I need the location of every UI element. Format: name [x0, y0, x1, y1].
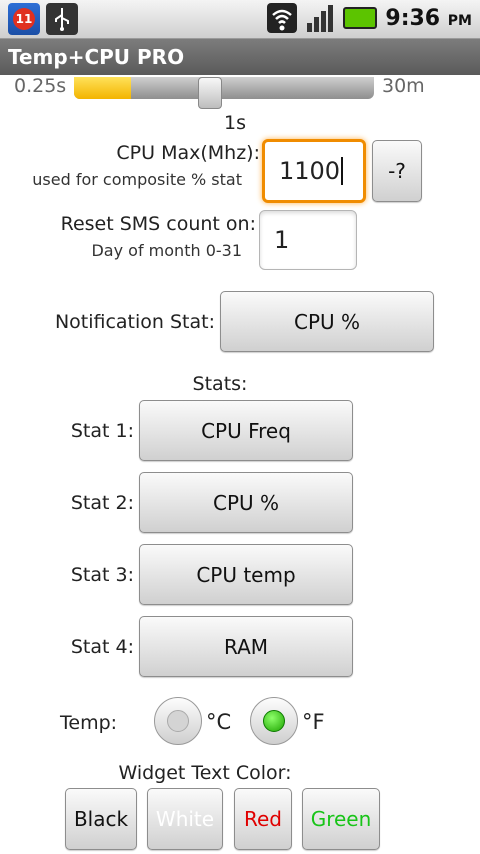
- slider-value-label: 1s: [224, 112, 246, 134]
- cpu-max-help-button[interactable]: -?: [372, 140, 422, 202]
- status-bar-left: 11: [8, 3, 78, 35]
- radio-dot: [167, 710, 189, 732]
- notification-badge-icon[interactable]: 11: [8, 3, 40, 35]
- cpu-max-sublabel: used for composite % stat: [32, 170, 242, 189]
- notification-stat-label: Notification Stat:: [54, 311, 215, 333]
- reset-sms-input[interactable]: 1: [259, 210, 357, 270]
- cpu-max-label: CPU Max(Mhz):: [116, 142, 260, 164]
- update-interval-slider-row: 0.25s 30m: [0, 75, 480, 109]
- slider-thumb[interactable]: [198, 77, 222, 109]
- fahrenheit-radio[interactable]: [250, 697, 298, 745]
- color-red-button[interactable]: Red: [234, 788, 292, 850]
- text-caret: [341, 157, 344, 185]
- fahrenheit-label: °F: [302, 710, 325, 734]
- color-black-button[interactable]: Black: [65, 788, 137, 850]
- slider-min-label: 0.25s: [14, 75, 67, 97]
- wifi-icon: [267, 3, 298, 33]
- clock-ampm: PM: [447, 12, 472, 29]
- stat-1-label: Stat 1:: [70, 420, 134, 442]
- stat-4-button[interactable]: RAM: [139, 616, 353, 677]
- temp-label: Temp:: [60, 712, 118, 734]
- cpu-max-input[interactable]: 1100: [262, 139, 366, 203]
- app-title-bar: Temp+CPU PRO: [0, 39, 480, 75]
- color-green-button[interactable]: Green: [302, 788, 380, 850]
- stat-3-label: Stat 3:: [70, 564, 134, 586]
- battery-icon: [343, 7, 378, 29]
- reset-sms-value: 1: [274, 226, 290, 254]
- radio-dot: [263, 710, 285, 732]
- update-interval-slider[interactable]: [74, 77, 374, 109]
- usb-icon: [46, 3, 78, 35]
- reset-sms-label: Reset SMS count on:: [60, 213, 256, 235]
- stat-2-button[interactable]: CPU %: [139, 472, 353, 533]
- reset-sms-sublabel: Day of month 0-31: [91, 241, 242, 260]
- stat-2-label: Stat 2:: [70, 492, 134, 514]
- celsius-radio[interactable]: [154, 697, 202, 745]
- notification-stat-button[interactable]: CPU %: [220, 291, 434, 352]
- slider-max-label: 30m: [382, 75, 425, 97]
- slider-fill: [74, 77, 131, 99]
- status-bar-right: 9:36 PM: [267, 3, 472, 33]
- stat-3-button[interactable]: CPU temp: [139, 544, 353, 605]
- stats-heading: Stats:: [192, 373, 248, 395]
- stat-1-button[interactable]: CPU Freq: [139, 400, 353, 461]
- clock: 9:36 PM: [385, 6, 472, 31]
- color-white-button[interactable]: White: [147, 788, 223, 850]
- clock-time: 9:36: [385, 5, 441, 31]
- status-bar: 11 9:36 PM: [0, 0, 480, 39]
- celsius-label: °C: [206, 710, 232, 734]
- stat-4-label: Stat 4:: [70, 636, 134, 658]
- app-title: Temp+CPU PRO: [8, 45, 185, 69]
- widget-text-color-label: Widget Text Color:: [118, 762, 292, 784]
- cpu-max-value: 1100: [279, 157, 341, 185]
- signal-icon: [305, 3, 335, 33]
- notification-count: 11: [13, 8, 35, 30]
